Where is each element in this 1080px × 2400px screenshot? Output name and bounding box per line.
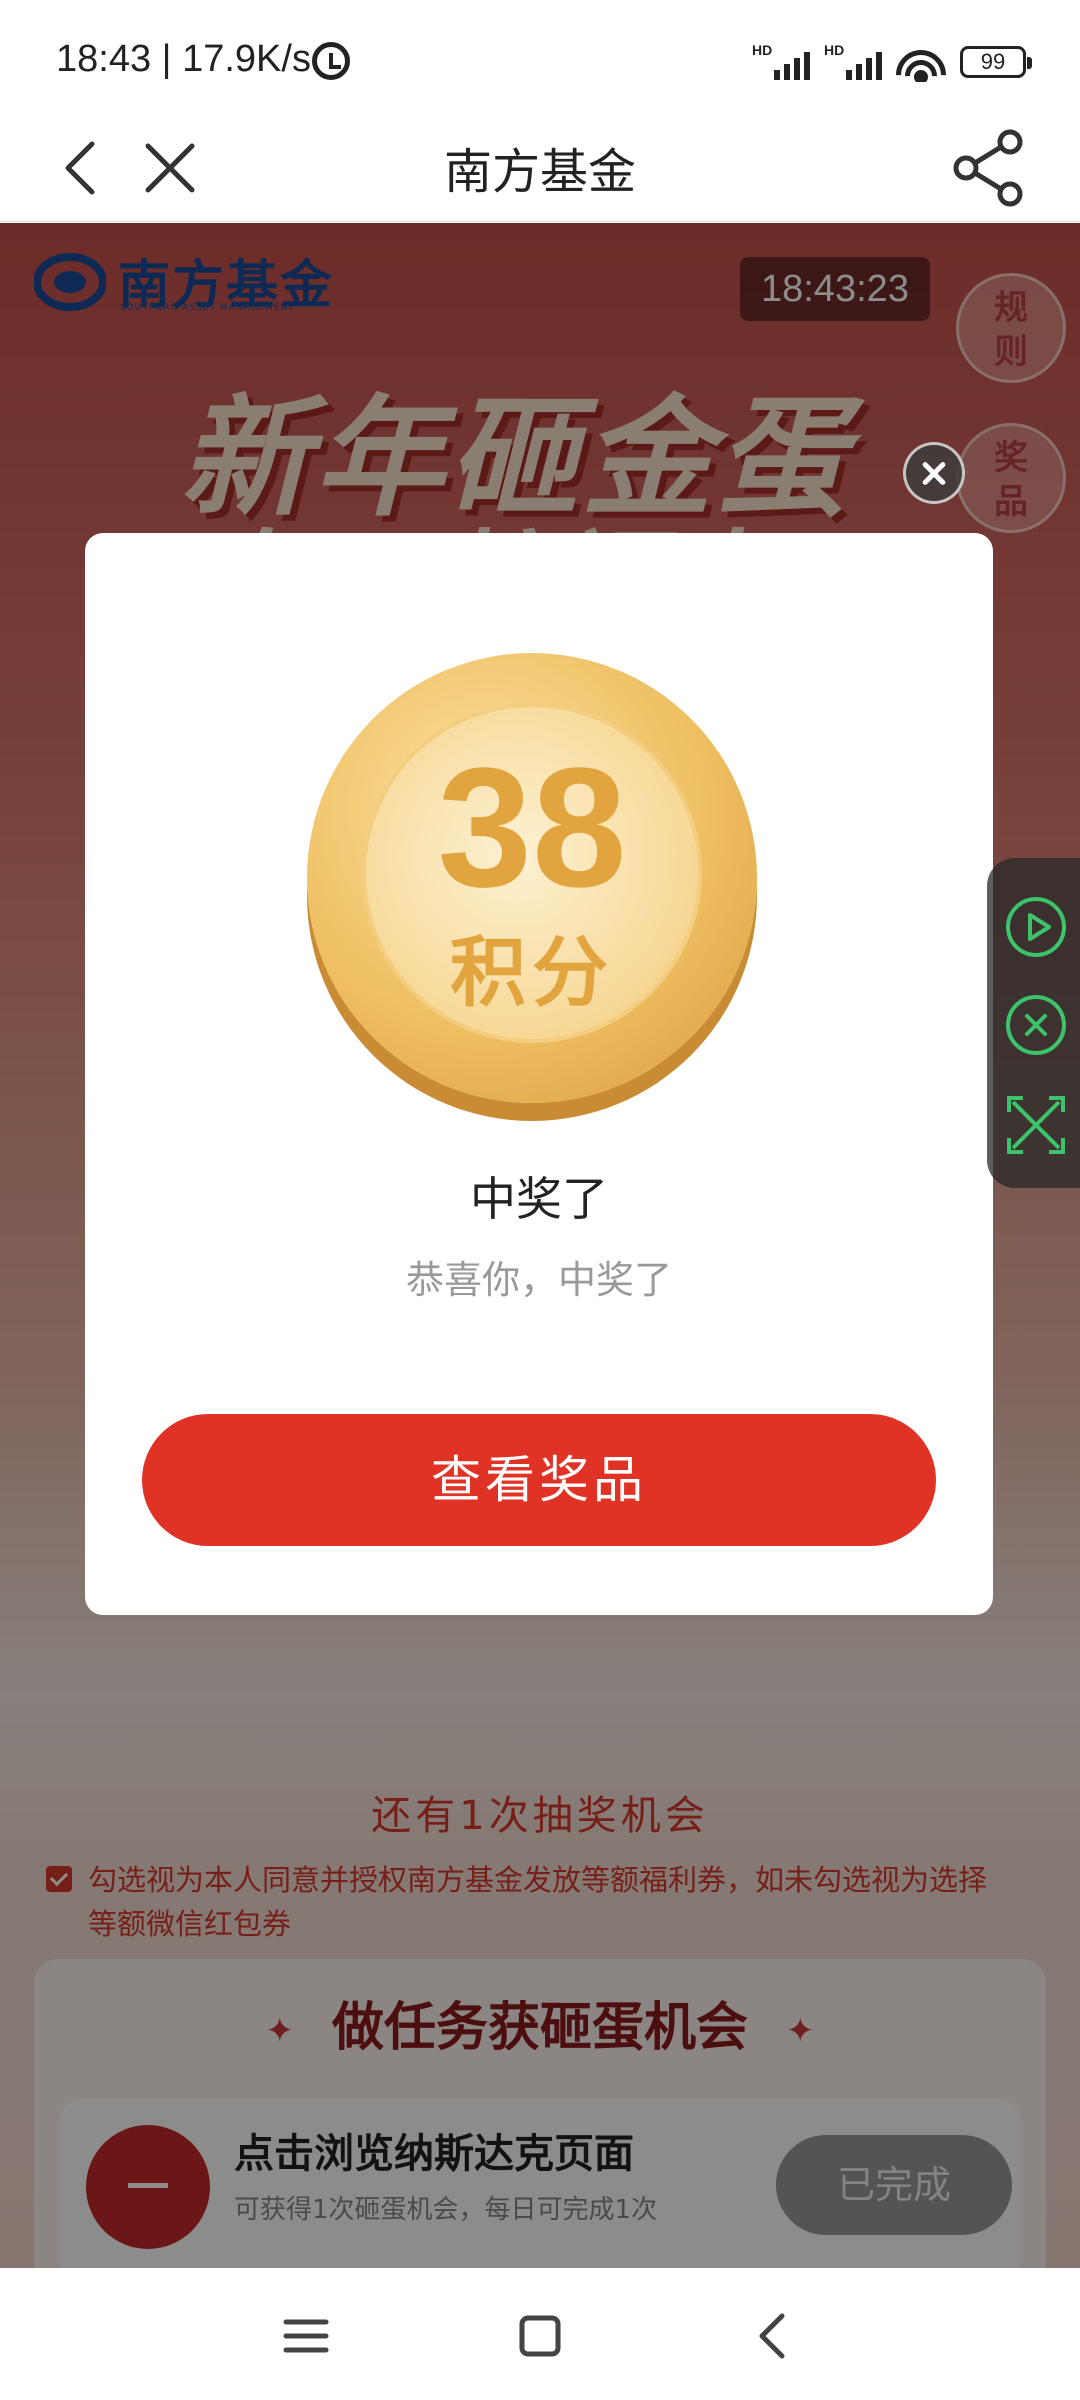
battery-icon: 99: [960, 46, 1032, 78]
home-icon[interactable]: [510, 2306, 570, 2366]
points-coin: 38 积分: [307, 653, 757, 1113]
expand-icon[interactable]: [1005, 1094, 1067, 1156]
dialog-subtitle: 恭喜你，中奖了: [405, 1258, 672, 1302]
play-icon[interactable]: [1005, 896, 1067, 958]
signal-icon: HD: [824, 42, 882, 82]
status-time-speed: 18:43 | 17.9K/s: [56, 38, 311, 80]
network-type-2: HD: [824, 42, 845, 58]
dialog-title: 中奖了: [470, 1172, 608, 1226]
view-prize-button[interactable]: 查看奖品: [142, 1414, 936, 1546]
network-type-1: HD: [752, 42, 773, 58]
status-icons: HD HD 99: [752, 40, 1032, 84]
points-value: 38: [437, 733, 627, 923]
prize-dialog: 38 积分 中奖了 恭喜你，中奖了 查看奖品: [85, 533, 993, 1615]
system-nav-bar: [0, 2268, 1080, 2400]
points-unit: 积分: [450, 928, 614, 1017]
floating-tool-panel: [987, 858, 1080, 1188]
alarm-icon: [312, 42, 350, 80]
page-title: 南方基金: [443, 144, 636, 200]
signal-icon: HD: [752, 42, 810, 82]
share-icon[interactable]: [950, 126, 1028, 210]
menu-icon[interactable]: [276, 2306, 336, 2366]
modal-close-icon[interactable]: [903, 442, 965, 504]
wifi-icon: [896, 42, 946, 82]
app-nav-bar: 南方基金: [0, 118, 1080, 222]
back-nav-icon[interactable]: [744, 2306, 804, 2366]
status-bar: 18:43 | 17.9K/s HD HD 99: [0, 0, 1080, 118]
close-circle-icon[interactable]: [1005, 994, 1067, 1056]
